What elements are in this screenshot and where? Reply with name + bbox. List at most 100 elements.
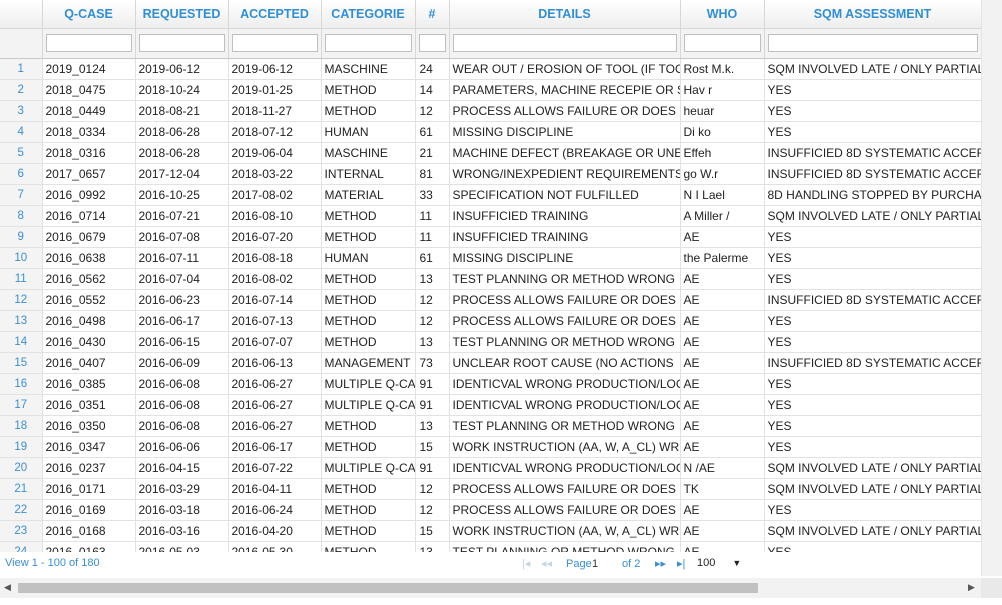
dropdown-arrow-icon: ▼ xyxy=(732,558,742,568)
sqm-assessment-cell: YES xyxy=(764,79,981,101)
col-header-rownum xyxy=(0,0,43,29)
filter-requested-input[interactable] xyxy=(138,34,225,52)
first-page-icon[interactable]: |◂ xyxy=(522,557,530,570)
table-row[interactable]: 24 2016_0163 2016-05-03 2016-05-30 METHOD 13 T… xyxy=(0,541,981,552)
data-grid: Q-CASE REQUESTED ACCEPTED CATEGORIE # DE… xyxy=(0,0,981,552)
number-cell: 33 xyxy=(415,184,450,206)
table-row[interactable]: 23 2016_0168 2016-03-16 2016-04-20 METHOD 15 W… xyxy=(0,520,981,542)
row-number: 24 xyxy=(0,541,43,552)
number-cell: 81 xyxy=(415,163,450,185)
accepted-cell: 2018-11-27 xyxy=(228,100,322,122)
table-row[interactable]: 5 2018_0316 2018-06-28 2019-06-04 MASCHINE 21… xyxy=(0,142,981,164)
col-header-sqm-assessment[interactable]: SQM ASSESSMENT xyxy=(764,0,981,29)
scroll-left-icon[interactable]: ◀ xyxy=(4,582,11,593)
who-cell: AE xyxy=(680,520,765,542)
record-count-info: View 1 - 100 of 180 xyxy=(5,557,100,569)
horizontal-scroll-thumb[interactable] xyxy=(18,583,758,593)
number-cell: 91 xyxy=(415,457,450,479)
table-row[interactable]: 20 2016_0237 2016-04-15 2016-07-22 MULTIPLE … xyxy=(0,457,981,479)
horizontal-scrollbar[interactable]: ◀ ▶ xyxy=(0,578,981,598)
sqm-assessment-cell: YES xyxy=(764,247,981,269)
details-cell: WORK INSTRUCTION (AA, W, A_CL) WR xyxy=(449,436,681,458)
table-row[interactable]: 22 2016_0169 2016-03-18 2016-06-24 METHOD 12 P… xyxy=(0,499,981,521)
filter-q-case-input[interactable] xyxy=(45,34,132,52)
col-header-q-case[interactable]: Q-CASE xyxy=(42,0,136,29)
categorie-cell: MULTIPLE Q-CA xyxy=(321,457,416,479)
number-cell: 61 xyxy=(415,247,450,269)
requested-cell: 2016-06-06 xyxy=(135,436,229,458)
col-header-accepted[interactable]: ACCEPTED xyxy=(228,0,322,29)
table-row[interactable]: 19 2016_0347 2016-06-06 2016-06-17 METHOD 15 W… xyxy=(0,436,981,458)
col-header-number[interactable]: # xyxy=(415,0,450,29)
col-header-details[interactable]: DETAILS xyxy=(449,0,681,29)
who-cell: AE xyxy=(680,373,765,395)
filter-details-input[interactable] xyxy=(452,34,677,52)
categorie-cell: METHOD xyxy=(321,499,416,521)
row-number: 14 xyxy=(0,331,43,353)
table-row[interactable]: 8 2016_0714 2016-07-21 2016-08-10 METHOD 11 IN… xyxy=(0,205,981,227)
accepted-cell: 2016-07-13 xyxy=(228,310,322,332)
row-number: 5 xyxy=(0,142,43,164)
requested-cell: 2016-04-15 xyxy=(135,457,229,479)
table-row[interactable]: 11 2016_0562 2016-07-04 2016-08-02 METHOD 13 T… xyxy=(0,268,981,290)
q-case-cell: 2016_0638 xyxy=(42,247,136,269)
sqm-assessment-cell: YES xyxy=(764,394,981,416)
sqm-assessment-cell: SQM INVOLVED LATE / ONLY PARTIAL xyxy=(764,478,981,500)
table-row[interactable]: 15 2016_0407 2016-06-09 2016-06-13 MANAGEMEN… xyxy=(0,352,981,374)
details-cell: WRONG/INEXPEDIENT REQUIREMENTS xyxy=(449,163,681,185)
filter-accepted-input[interactable] xyxy=(231,34,318,52)
who-cell: TK xyxy=(680,478,765,500)
table-row[interactable]: 6 2017_0657 2017-12-04 2018-03-22 INTERNAL 81… xyxy=(0,163,981,185)
col-header-who[interactable]: WHO xyxy=(680,0,765,29)
accepted-cell: 2019-06-04 xyxy=(228,142,322,164)
categorie-cell: MASCHINE xyxy=(321,58,416,80)
table-row[interactable]: 12 2016_0552 2016-06-23 2016-07-14 METHOD 12 P… xyxy=(0,289,981,311)
q-case-cell: 2016_0679 xyxy=(42,226,136,248)
table-row[interactable]: 1 2019_0124 2019-06-12 2019-06-12 MASCHINE 24… xyxy=(0,58,981,80)
col-header-categorie[interactable]: CATEGORIE xyxy=(321,0,416,29)
who-cell: AE xyxy=(680,415,765,437)
table-row[interactable]: 21 2016_0171 2016-03-29 2016-04-11 METHOD 12 P… xyxy=(0,478,981,500)
table-row[interactable]: 9 2016_0679 2016-07-08 2016-07-20 METHOD 11 IN… xyxy=(0,226,981,248)
table-row[interactable]: 13 2016_0498 2016-06-17 2016-07-13 METHOD 12 P… xyxy=(0,310,981,332)
q-case-cell: 2016_0163 xyxy=(42,541,136,552)
table-row[interactable]: 2 2018_0475 2018-10-24 2019-01-25 METHOD 14 PA… xyxy=(0,79,981,101)
vertical-scrollbar[interactable] xyxy=(981,0,1002,576)
number-cell: 24 xyxy=(415,58,450,80)
grid-body: 1 2019_0124 2019-06-12 2019-06-12 MASCHINE 24… xyxy=(0,58,981,552)
who-cell: the Palerme xyxy=(680,247,765,269)
number-cell: 73 xyxy=(415,352,450,374)
filter-sqm-assessment-input[interactable] xyxy=(767,34,978,52)
row-number: 17 xyxy=(0,394,43,416)
q-case-cell: 2016_0168 xyxy=(42,520,136,542)
table-row[interactable]: 7 2016_0992 2016-10-25 2017-08-02 MATERIAL 33… xyxy=(0,184,981,206)
table-row[interactable]: 18 2016_0350 2016-06-08 2016-06-27 METHOD 13 T… xyxy=(0,415,981,437)
last-page-icon[interactable]: ▸| xyxy=(677,557,685,570)
table-row[interactable]: 4 2018_0334 2018-06-28 2018-07-12 HUMAN 61 MIS… xyxy=(0,121,981,143)
categorie-cell: MANAGEMENT xyxy=(321,352,416,374)
next-page-icon[interactable]: ▸▸ xyxy=(655,557,666,570)
table-row[interactable]: 10 2016_0638 2016-07-11 2016-08-18 HUMAN 61 MI… xyxy=(0,247,981,269)
categorie-cell: MATERIAL xyxy=(321,184,416,206)
table-row[interactable]: 14 2016_0430 2016-06-15 2016-07-07 METHOD 13 T… xyxy=(0,331,981,353)
sqm-assessment-cell: YES xyxy=(764,373,981,395)
prev-page-icon[interactable]: ◂◂ xyxy=(541,557,552,570)
page-number-input[interactable] xyxy=(590,556,616,571)
scroll-right-icon[interactable]: ▶ xyxy=(968,582,975,593)
accepted-cell: 2016-05-30 xyxy=(228,541,322,552)
col-header-requested[interactable]: REQUESTED xyxy=(135,0,229,29)
who-cell: AE xyxy=(680,310,765,332)
row-number: 2 xyxy=(0,79,43,101)
accepted-cell: 2016-06-27 xyxy=(228,415,322,437)
filter-categorie-input[interactable] xyxy=(324,34,412,52)
requested-cell: 2016-03-18 xyxy=(135,499,229,521)
rows-per-page-select[interactable]: 100 ▼ xyxy=(697,557,741,569)
accepted-cell: 2016-07-22 xyxy=(228,457,322,479)
filter-who-input[interactable] xyxy=(683,34,761,52)
table-row[interactable]: 16 2016_0385 2016-06-08 2016-06-27 MULTIPLE … xyxy=(0,373,981,395)
filter-number-input[interactable] xyxy=(418,34,446,52)
table-row[interactable]: 17 2016_0351 2016-06-08 2016-06-27 MULTIPLE … xyxy=(0,394,981,416)
q-case-cell: 2019_0124 xyxy=(42,58,136,80)
table-row[interactable]: 3 2018_0449 2018-08-21 2018-11-27 METHOD 12 PR… xyxy=(0,100,981,122)
number-cell: 13 xyxy=(415,331,450,353)
